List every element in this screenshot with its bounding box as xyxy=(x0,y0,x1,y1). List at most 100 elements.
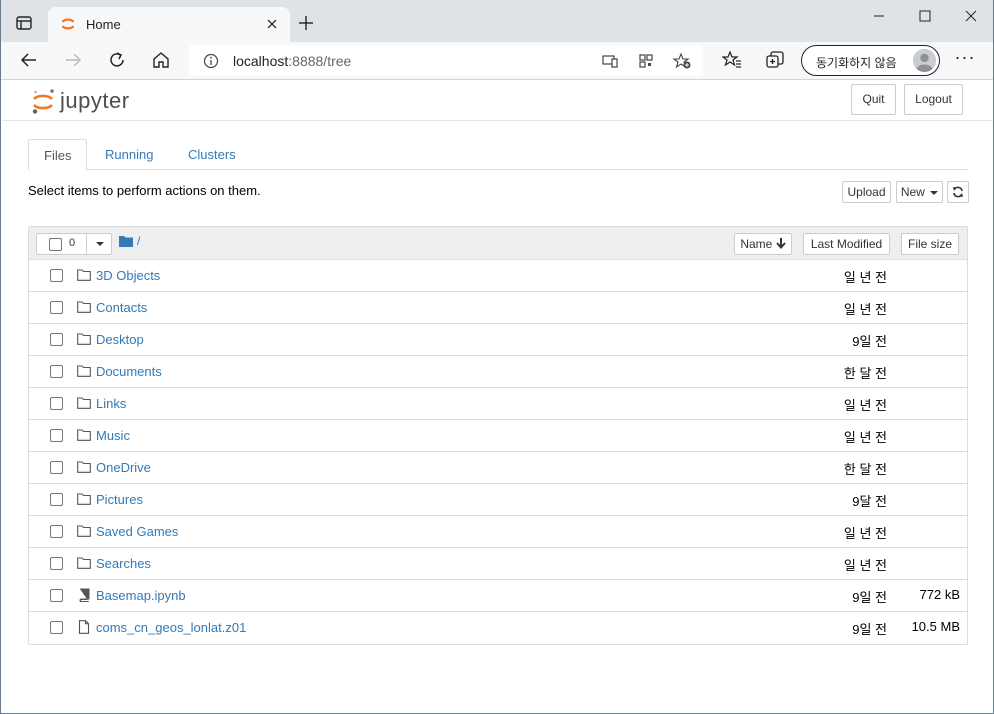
file-row[interactable]: coms_cn_geos_lonlat.z01 9일 전 10.5 MB xyxy=(29,612,967,644)
file-name-link[interactable]: Contacts xyxy=(96,300,147,315)
folder-icon xyxy=(77,364,91,378)
file-row[interactable]: Searches 일 년 전 xyxy=(29,548,967,580)
select-all-control[interactable]: 0 xyxy=(36,233,112,255)
quit-button[interactable]: Quit xyxy=(851,84,896,115)
new-button-label: New xyxy=(900,185,925,199)
row-checkbox[interactable] xyxy=(50,621,63,634)
row-checkbox[interactable] xyxy=(50,397,63,410)
more-options-icon[interactable]: ··· xyxy=(954,48,976,70)
last-modified: 일 년 전 xyxy=(843,430,887,445)
file-name-link[interactable]: Basemap.ipynb xyxy=(96,588,186,603)
select-dropdown[interactable] xyxy=(86,234,112,254)
notebook-icon xyxy=(77,588,91,603)
file-list: 0 / Name Last Modified File size 3D Obje… xyxy=(28,226,968,645)
folder-icon xyxy=(119,236,133,247)
jupyter-logo[interactable]: jupyter xyxy=(31,85,151,117)
app-available-icon[interactable] xyxy=(601,53,619,69)
sort-by-size-button[interactable]: File size xyxy=(901,233,959,255)
row-checkbox[interactable] xyxy=(50,461,63,474)
file-row[interactable]: Links 일 년 전 xyxy=(29,388,967,420)
select-all-checkbox[interactable] xyxy=(49,238,62,251)
refresh-icon[interactable] xyxy=(107,50,127,70)
tab-files[interactable]: Files xyxy=(28,139,88,171)
collections-icon[interactable] xyxy=(765,50,785,70)
upload-button[interactable]: Upload xyxy=(842,181,891,203)
profile-sync-label: 동기화하지 않음 xyxy=(816,56,897,70)
row-checkbox[interactable] xyxy=(50,589,63,602)
file-name-link[interactable]: Music xyxy=(96,428,130,443)
back-icon[interactable] xyxy=(19,50,39,70)
browser-window: Home localhost:8888/tree 동기화하지 않음 ··· ju… xyxy=(0,0,994,714)
file-row[interactable]: Pictures 9달 전 xyxy=(29,484,967,516)
file-row[interactable]: Basemap.ipynb 9일 전 772 kB xyxy=(29,580,967,612)
new-button[interactable]: New xyxy=(896,181,943,203)
sort-by-name-button[interactable]: Name xyxy=(734,233,792,255)
row-checkbox[interactable] xyxy=(50,525,63,538)
jupyter-logo-icon xyxy=(32,89,54,114)
minimize-icon[interactable] xyxy=(856,4,902,28)
row-checkbox[interactable] xyxy=(50,365,63,378)
file-name-link[interactable]: Desktop xyxy=(96,332,144,347)
file-name-link[interactable]: Links xyxy=(96,396,126,411)
profile-sync-button[interactable]: 동기화하지 않음 xyxy=(801,45,940,76)
tab-actions-icon[interactable] xyxy=(15,14,33,32)
file-name-link[interactable]: OneDrive xyxy=(96,460,151,475)
maximize-icon[interactable] xyxy=(902,4,948,28)
tab-running[interactable]: Running xyxy=(90,139,168,170)
selected-count: 0 xyxy=(69,237,76,249)
file-row[interactable]: OneDrive 한 달 전 xyxy=(29,452,967,484)
url-text[interactable]: localhost:8888/tree xyxy=(233,53,351,69)
favorites-icon[interactable] xyxy=(722,50,742,70)
file-row[interactable]: 3D Objects 일 년 전 xyxy=(29,260,967,292)
row-checkbox[interactable] xyxy=(50,269,63,282)
tab-clusters[interactable]: Clusters xyxy=(173,139,251,170)
file-row[interactable]: Saved Games 일 년 전 xyxy=(29,516,967,548)
file-name-link[interactable]: 3D Objects xyxy=(96,268,160,283)
help-text: Select items to perform actions on them. xyxy=(28,183,261,198)
file-list-header: 0 / Name Last Modified File size xyxy=(29,227,967,260)
refresh-list-button[interactable] xyxy=(947,181,969,203)
file-name-link[interactable]: coms_cn_geos_lonlat.z01 xyxy=(96,620,246,635)
avatar-icon xyxy=(913,49,936,72)
folder-icon xyxy=(77,332,91,346)
row-checkbox[interactable] xyxy=(50,493,63,506)
file-name-link[interactable]: Searches xyxy=(96,556,151,571)
last-modified: 일 년 전 xyxy=(843,558,887,573)
row-checkbox[interactable] xyxy=(50,557,63,570)
tab-bar: Files Running Clusters xyxy=(28,139,968,171)
file-name-link[interactable]: Pictures xyxy=(96,492,143,507)
home-icon[interactable] xyxy=(151,50,171,70)
window-close-icon[interactable] xyxy=(948,4,994,28)
last-modified: 9일 전 xyxy=(852,590,887,605)
file-name-link[interactable]: Documents xyxy=(96,364,162,379)
last-modified: 한 달 전 xyxy=(843,462,887,477)
info-icon[interactable] xyxy=(203,53,219,69)
file-name-link[interactable]: Saved Games xyxy=(96,524,178,539)
logout-button[interactable]: Logout xyxy=(904,84,963,115)
file-row[interactable]: Documents 한 달 전 xyxy=(29,356,967,388)
file-row[interactable]: Desktop 9일 전 xyxy=(29,324,967,356)
file-icon xyxy=(77,620,91,634)
sort-by-modified-button[interactable]: Last Modified xyxy=(803,233,890,255)
add-favorite-icon[interactable] xyxy=(673,53,691,69)
address-bar[interactable]: localhost:8888/tree xyxy=(189,45,703,76)
last-modified: 한 달 전 xyxy=(843,366,887,381)
file-size: 10.5 MB xyxy=(911,619,960,634)
row-checkbox[interactable] xyxy=(50,301,63,314)
row-checkbox[interactable] xyxy=(50,429,63,442)
breadcrumb-root[interactable]: / xyxy=(137,234,140,248)
file-row[interactable]: Music 일 년 전 xyxy=(29,420,967,452)
close-tab-icon[interactable] xyxy=(264,16,280,32)
folder-icon xyxy=(77,428,91,442)
file-row[interactable]: Contacts 일 년 전 xyxy=(29,292,967,324)
qr-code-icon[interactable] xyxy=(637,53,655,69)
caret-down-icon xyxy=(96,242,104,246)
forward-icon[interactable] xyxy=(63,50,83,70)
jupyter-wordmark: jupyter xyxy=(60,88,130,113)
file-rows: 3D Objects 일 년 전 Contacts 일 년 전 Desktop 9일 전D… xyxy=(29,260,967,644)
caret-down-icon xyxy=(930,190,939,195)
new-tab-icon[interactable] xyxy=(297,14,315,32)
browser-tab[interactable]: Home xyxy=(48,7,290,42)
row-checkbox[interactable] xyxy=(50,333,63,346)
arrow-down-icon xyxy=(775,238,786,250)
